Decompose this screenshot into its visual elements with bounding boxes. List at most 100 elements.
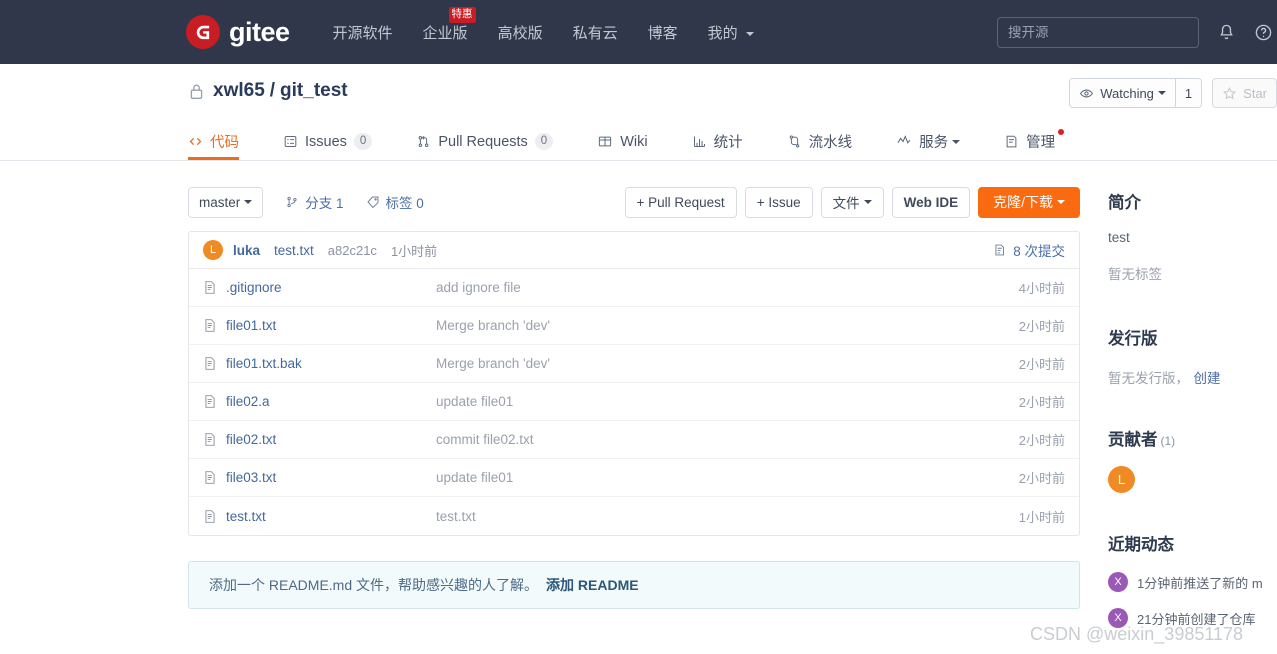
branches-link[interactable]: 分支 1 — [285, 192, 344, 212]
create-release-link[interactable]: 创建 — [1193, 371, 1220, 386]
chevron-down-icon — [863, 200, 872, 204]
repo-owner-link[interactable]: xwl65 — [213, 80, 265, 102]
file-name[interactable]: .gitignore — [226, 280, 436, 295]
promo-badge: 特惠 — [448, 6, 476, 23]
file-commit-message[interactable]: add ignore file — [436, 280, 1019, 295]
file-name[interactable]: file01.txt.bak — [226, 356, 436, 371]
nav-item-private-cloud[interactable]: 私有云 — [573, 22, 618, 43]
chevron-down-icon — [244, 200, 253, 204]
navbar-menu: 开源软件 企业版 特惠 高校版 私有云 博客 我的 — [333, 6, 754, 43]
tab-manage[interactable]: 管理 — [1004, 123, 1065, 160]
file-commit-message[interactable]: test.txt — [436, 509, 1019, 524]
table-row[interactable]: file01.txt.bak Merge branch 'dev' 2小时前 — [189, 345, 1079, 383]
chart-icon — [692, 134, 707, 149]
repo-toolbar: master 分支 1 标签 0 + Pull Request + Issue … — [188, 186, 1080, 218]
star-button[interactable]: Star — [1212, 78, 1277, 108]
watch-count[interactable]: 1 — [1174, 79, 1202, 107]
issue-icon — [283, 134, 298, 149]
nav-item-label: 企业版 — [422, 24, 468, 42]
bell-icon[interactable] — [1217, 23, 1236, 42]
file-commit-message[interactable]: update file01 — [436, 470, 1019, 485]
file-name[interactable]: file01.txt — [226, 318, 436, 333]
file-commit-message[interactable]: update file01 — [436, 394, 1019, 409]
tab-issues[interactable]: Issues 0 — [283, 123, 373, 160]
code-icon — [188, 134, 203, 149]
web-ide-button[interactable]: Web IDE — [891, 186, 971, 218]
file-time: 1小时前 — [1018, 509, 1065, 525]
readme-notice-text: 添加一个 README.md 文件，帮助感兴趣的人了解。 — [209, 577, 539, 593]
table-row[interactable]: .gitignore add ignore file 4小时前 — [189, 269, 1079, 307]
contributor-avatar[interactable]: L — [1108, 466, 1135, 493]
latest-commit-bar: L luka test.txt a82c21c 1小时前 8 次提交 — [189, 232, 1079, 269]
star-label: Star — [1243, 85, 1267, 101]
contributors-heading-label: 贡献者 — [1108, 431, 1158, 449]
tab-code[interactable]: 代码 — [188, 123, 239, 160]
releases-heading: 发行版 — [1108, 330, 1158, 348]
no-releases-text: 暂无发行版， — [1108, 371, 1189, 386]
add-readme-link[interactable]: 添加 README — [546, 575, 639, 595]
watch-label: Watching — [1100, 85, 1154, 101]
gitee-logo-icon[interactable] — [186, 15, 220, 49]
search-input[interactable] — [997, 16, 1199, 48]
nav-item-campus[interactable]: 高校版 — [498, 22, 543, 43]
repo-name-link[interactable]: git_test — [280, 80, 348, 102]
tab-label: 统计 — [713, 135, 743, 151]
nav-item-mine[interactable]: 我的 — [708, 22, 754, 43]
table-row[interactable]: file03.txt update file01 2小时前 — [189, 459, 1079, 497]
help-circle-icon[interactable] — [1254, 23, 1273, 42]
nav-item-blog[interactable]: 博客 — [648, 22, 678, 43]
file-commit-message[interactable]: Merge branch 'dev' — [436, 356, 1019, 371]
clone-download-button[interactable]: 克隆/下载 — [978, 186, 1080, 218]
table-row[interactable]: test.txt test.txt 1小时前 — [189, 497, 1079, 535]
tab-count: 0 — [353, 132, 373, 151]
activity-icon — [896, 134, 912, 149]
file-icon — [203, 356, 217, 371]
file-name[interactable]: file02.txt — [226, 432, 436, 447]
tab-wiki[interactable]: Wiki — [597, 123, 648, 160]
avatar[interactable]: L — [203, 240, 223, 260]
file-icon — [203, 509, 217, 524]
tab-statistics[interactable]: 统计 — [692, 123, 743, 160]
watch-button[interactable]: Watching — [1070, 79, 1175, 107]
top-navbar: gitee 开源软件 企业版 特惠 高校版 私有云 博客 我的 搜开源 — [0, 0, 1277, 64]
file-time: 2小时前 — [1018, 433, 1065, 448]
file-commit-message[interactable]: Merge branch 'dev' — [436, 318, 1019, 333]
table-row[interactable]: file02.a update file01 2小时前 — [189, 383, 1079, 421]
file-icon — [203, 394, 217, 409]
file-time: 4小时前 — [1018, 281, 1065, 296]
commit-sha[interactable]: a82c21c — [328, 243, 377, 258]
commit-author[interactable]: luka — [233, 243, 260, 258]
file-commit-message[interactable]: commit file02.txt — [436, 432, 1019, 447]
table-row[interactable]: file02.txt commit file02.txt 2小时前 — [189, 421, 1079, 459]
readme-notice: 添加一个 README.md 文件，帮助感兴趣的人了解。 添加 README — [188, 561, 1080, 609]
tab-pipeline[interactable]: 流水线 — [787, 123, 852, 160]
branch-selector[interactable]: master — [188, 186, 264, 218]
tab-pull-requests[interactable]: Pull Requests 0 — [416, 123, 554, 160]
nav-item-open-source[interactable]: 开源软件 — [333, 22, 393, 43]
tag-icon — [366, 195, 380, 209]
gitee-logo-text[interactable]: gitee — [229, 17, 290, 48]
tab-label: Pull Requests — [438, 133, 528, 150]
list-item[interactable]: X 1分钟前推送了新的 m — [1108, 572, 1277, 592]
commit-message[interactable]: test.txt — [274, 243, 314, 258]
files-menu-button[interactable]: 文件 — [820, 186, 884, 218]
file-name[interactable]: test.txt — [226, 509, 436, 524]
page-title: xwl65 / git_test — [188, 80, 348, 102]
nav-item-enterprise[interactable]: 企业版 特惠 — [422, 6, 476, 43]
tags-link[interactable]: 标签 0 — [366, 192, 424, 212]
nav-item-label: 博客 — [647, 24, 678, 42]
new-pull-request-button[interactable]: + Pull Request — [624, 186, 737, 218]
new-issue-button[interactable]: + Issue — [744, 186, 813, 218]
commit-count-link[interactable]: 8 次提交 — [993, 240, 1065, 260]
notification-dot-icon — [1058, 129, 1065, 135]
repository-tabs: 代码 Issues 0 Pull Requests 0 Wiki 统计 流水线 … — [0, 123, 1277, 161]
repository-sidebar: 简介 test 暂无标签 发行版 暂无发行版， 创建 贡献者 (1) L 近期动态… — [1108, 161, 1277, 628]
file-name[interactable]: file02.a — [226, 394, 436, 409]
pipeline-icon — [787, 134, 802, 149]
chevron-down-icon — [952, 139, 961, 144]
file-name[interactable]: file03.txt — [226, 470, 436, 485]
tab-services[interactable]: 服务 — [896, 123, 961, 160]
avatar[interactable]: X — [1108, 572, 1128, 592]
table-row[interactable]: file01.txt Merge branch 'dev' 2小时前 — [189, 307, 1079, 345]
file-icon — [203, 432, 217, 447]
